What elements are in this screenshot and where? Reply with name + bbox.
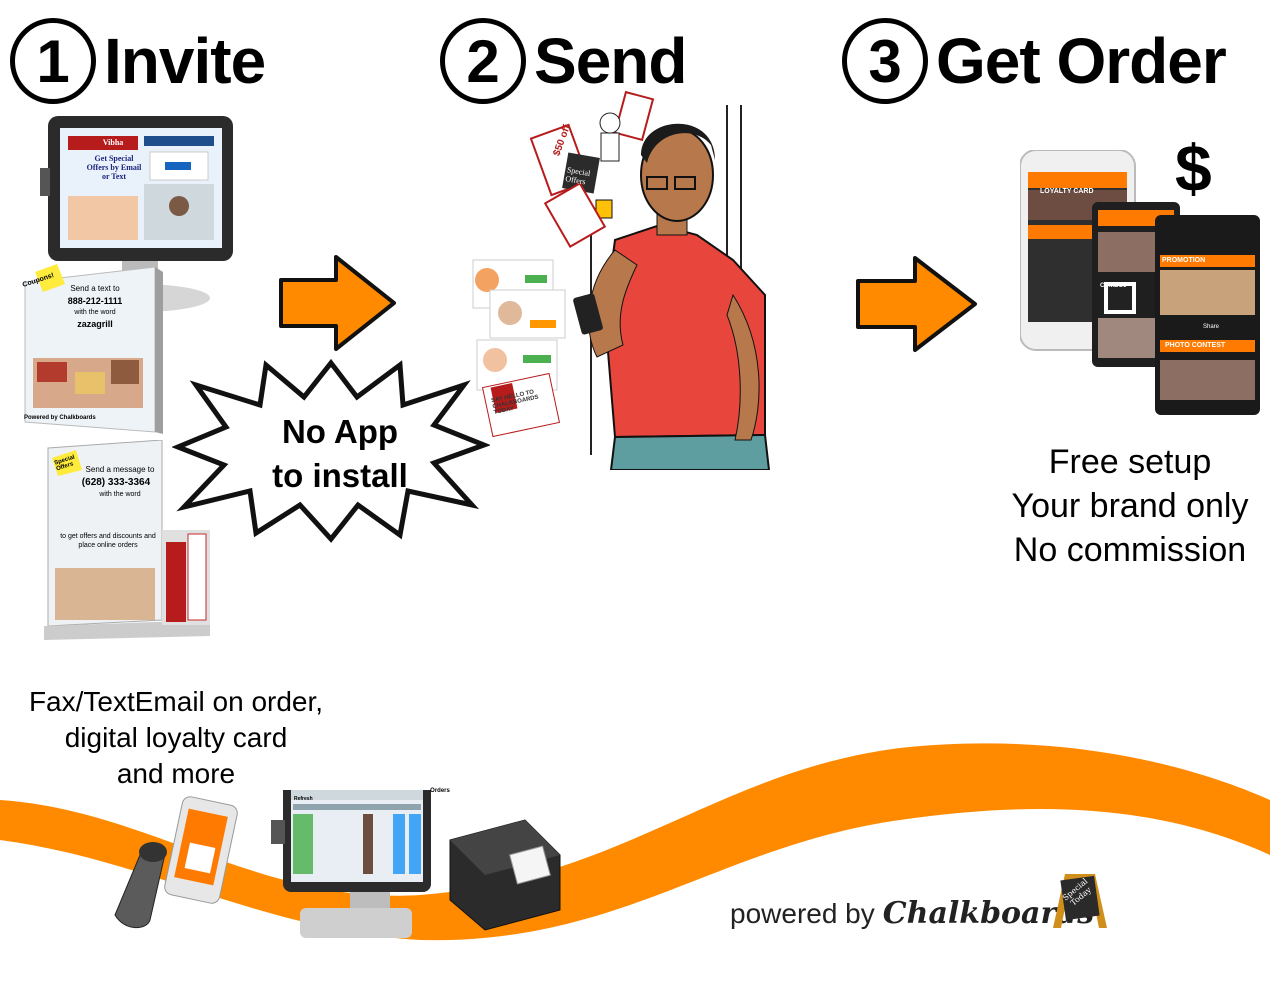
powered-by-prefix: powered by: [730, 898, 875, 929]
benefit-your-brand: Your brand only: [1011, 487, 1249, 525]
benefit-no-commission: No commission: [1013, 531, 1247, 569]
app-photo-contest: PHOTO CONTEST: [1165, 342, 1226, 349]
pos-refresh: Refresh: [294, 796, 313, 802]
kiosk-brand: Vibha: [102, 138, 124, 147]
burst-line2: to install: [272, 457, 408, 494]
tent-line1: Send a text to: [70, 284, 120, 293]
step-title: Get Order: [936, 25, 1227, 97]
step-3-header: 3 Get Order: [842, 18, 1227, 104]
arrow-right-icon: [279, 255, 396, 351]
tent-footer: Powered by Chalkboards: [24, 415, 96, 421]
benefit-free-setup: Free setup: [1048, 443, 1212, 481]
tent-number: 888-212-1111: [67, 296, 123, 306]
burst-line1: No App: [281, 413, 399, 450]
app-share: Share: [1203, 324, 1220, 330]
step-number-circle: 1: [10, 18, 96, 104]
burst-text: No App to install: [240, 410, 440, 498]
app-loyalty-card: LOYALTY CARD: [1040, 188, 1094, 195]
features-line2: digital loyalty card: [64, 722, 288, 753]
features-text: Fax/TextEmail on order, digital loyalty …: [0, 684, 352, 792]
pos-title: Orders: [430, 788, 450, 794]
kiosk-text: Get Special Offers by Email or Text: [86, 154, 142, 181]
step-1-header: 1 Invite: [10, 18, 266, 104]
app-combo: COMBO1: [1100, 283, 1127, 289]
person-with-phone-illustration: [472, 90, 771, 470]
stand-line3: to get offers and discounts and place on…: [60, 533, 156, 549]
powered-by-branding: powered by Chalkboards: [730, 896, 1094, 931]
features-line3: and more: [116, 758, 236, 789]
app-promotion: PROMOTION: [1162, 257, 1206, 264]
tent-keyword: zazagrill: [77, 319, 113, 329]
stand-number: (628) 333-3364: [81, 477, 151, 488]
stand-line2: with the word: [99, 491, 141, 498]
step-title: Invite: [104, 25, 266, 97]
pos-hardware-illustration: [114, 790, 561, 938]
step-number-circle: 3: [842, 18, 928, 104]
benefits-list: Free setup Your brand only No commission: [990, 440, 1270, 572]
tent-line2: with the word: [74, 309, 116, 316]
features-line1: Fax/TextEmail on order,: [28, 686, 324, 717]
stand-line1: Send a message to: [85, 465, 155, 474]
arrow-right-icon: [856, 256, 977, 352]
